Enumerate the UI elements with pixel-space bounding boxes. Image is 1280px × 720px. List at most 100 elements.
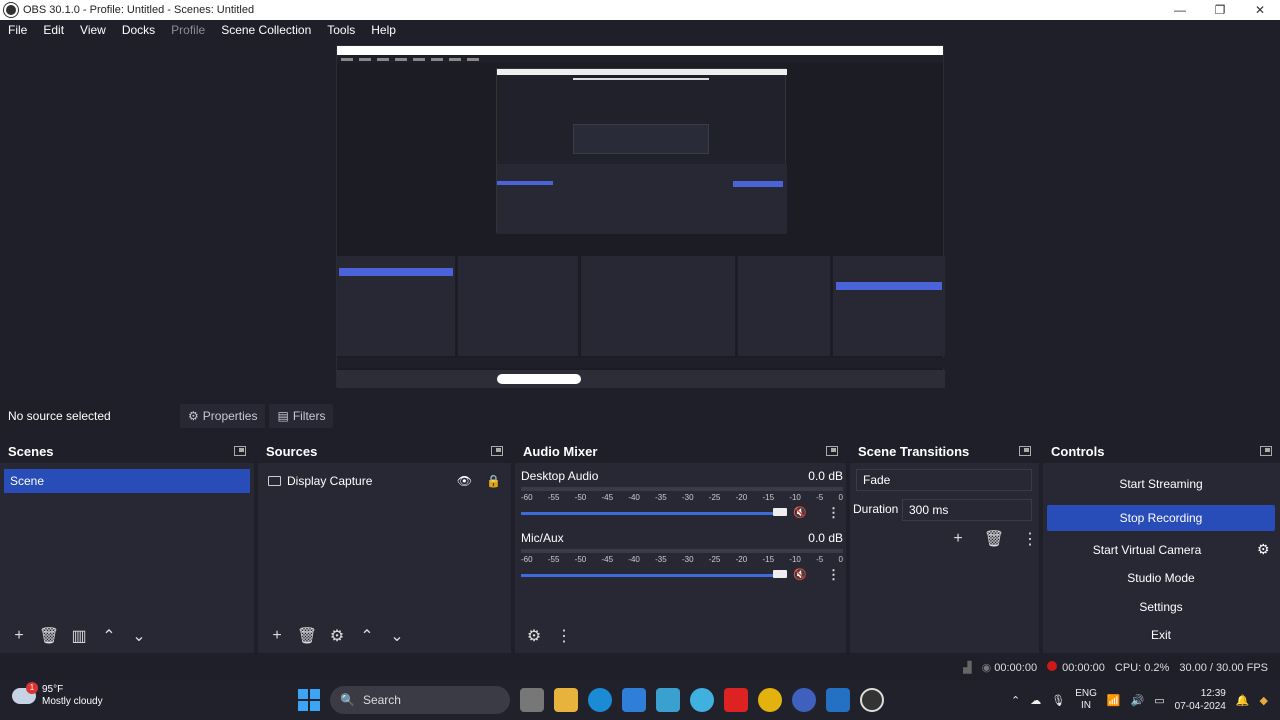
menu-edit[interactable]: Edit	[35, 23, 72, 37]
windows-start-icon[interactable]	[298, 689, 320, 711]
menu-view[interactable]: View	[72, 23, 114, 37]
visibility-eye-icon[interactable]: 👁	[457, 474, 472, 488]
filters-label: Filters	[292, 409, 326, 423]
start-virtual-camera-button[interactable]: Start Virtual Camera	[1047, 537, 1247, 563]
undock-icon[interactable]	[491, 446, 503, 456]
undock-icon[interactable]	[1019, 446, 1031, 456]
undock-icon[interactable]	[234, 446, 246, 456]
start-streaming-button[interactable]: Start Streaming	[1047, 471, 1275, 497]
transitions-title: Scene Transitions	[858, 443, 970, 459]
window-title: OBS 30.1.0 - Profile: Untitled - Scenes:…	[23, 4, 255, 16]
controls-title: Controls	[1051, 443, 1105, 459]
search-label: Search	[362, 693, 401, 707]
weather-widget[interactable]: 1 95°F Mostly cloudy	[12, 682, 103, 708]
transition-select[interactable]: Fade	[856, 469, 1032, 491]
scene-item[interactable]: Scene	[4, 469, 250, 493]
scene-filters-button[interactable]: ▥	[66, 624, 92, 648]
vscode-icon[interactable]	[826, 688, 850, 712]
rec-time: 00:00:00	[1047, 661, 1105, 674]
network-signal-icon: ▟	[963, 662, 972, 674]
battery-icon[interactable]: ▭	[1154, 694, 1164, 707]
maximize-button[interactable]: ❐	[1200, 0, 1240, 20]
settings-button[interactable]: Settings	[1047, 594, 1275, 620]
menu-docks[interactable]: Docks	[114, 23, 163, 37]
scenes-dock: Scenes Scene + 🗑 ▥ ⌃ ⌄	[0, 439, 254, 653]
file-explorer-icon[interactable]	[554, 688, 578, 712]
mixer-menu-icon[interactable]: ⋮	[551, 624, 577, 648]
exit-button[interactable]: Exit	[1047, 622, 1275, 648]
volume-slider[interactable]: 🔇 ⋮	[521, 505, 843, 521]
obs-taskbar-icon[interactable]	[860, 688, 884, 712]
transition-menu-icon[interactable]: ⋮	[1017, 527, 1043, 551]
cpu-usage: CPU: 0.2%	[1114, 661, 1170, 674]
app-icon-2[interactable]	[792, 688, 816, 712]
menu-file[interactable]: File	[0, 23, 35, 37]
source-properties-button[interactable]: ⚙	[324, 624, 350, 648]
stop-recording-button[interactable]: Stop Recording	[1047, 505, 1275, 531]
add-scene-button[interactable]: +	[6, 624, 32, 648]
source-item[interactable]: Display Capture 👁 🔒	[268, 471, 501, 491]
more-options-icon[interactable]: ⋮	[827, 505, 840, 521]
copilot-icon[interactable]: ◆	[1260, 694, 1268, 707]
language-indicator[interactable]: ENG IN	[1075, 688, 1097, 712]
menu-profile[interactable]: Profile	[163, 23, 213, 37]
chrome-icon[interactable]	[758, 688, 782, 712]
move-up-button[interactable]: ⌃	[354, 624, 380, 648]
undock-icon[interactable]	[826, 446, 838, 456]
edge-icon[interactable]	[588, 688, 612, 712]
filters-button[interactable]: ▤ Filters	[269, 404, 334, 428]
remove-source-button[interactable]: 🗑	[294, 624, 320, 648]
cloud-icon: 1	[12, 682, 38, 704]
channel-level: 0.0 dB	[808, 531, 843, 545]
remove-transition-button[interactable]: 🗑	[981, 527, 1007, 551]
move-down-button[interactable]: ⌄	[126, 624, 152, 648]
menu-help[interactable]: Help	[363, 23, 404, 37]
minimize-button[interactable]: —	[1160, 0, 1200, 20]
menu-tools[interactable]: Tools	[319, 23, 363, 37]
wifi-icon[interactable]: 📶	[1107, 694, 1121, 707]
duration-label: Duration	[853, 502, 899, 516]
add-transition-button[interactable]: +	[945, 527, 971, 551]
lock-icon[interactable]: 🔒	[486, 474, 501, 488]
microphone-icon[interactable]: 🎙	[1051, 694, 1065, 707]
slider-knob[interactable]	[773, 508, 787, 516]
stream-icon: ◉	[981, 662, 995, 674]
slider-knob[interactable]	[773, 570, 787, 578]
app-icon[interactable]	[656, 688, 680, 712]
title-bar: OBS 30.1.0 - Profile: Untitled - Scenes:…	[0, 0, 1280, 20]
search-icon: 🔍	[340, 693, 355, 707]
more-options-icon[interactable]: ⋮	[827, 567, 840, 583]
clock[interactable]: 12:39 07-04-2024	[1175, 687, 1226, 713]
advanced-audio-gear-icon[interactable]: ⚙	[521, 624, 547, 648]
menu-scene-collection[interactable]: Scene Collection	[213, 23, 319, 37]
network-app-icon[interactable]	[690, 688, 714, 712]
chevron-up-icon[interactable]: ⌃	[1011, 694, 1020, 707]
mute-speaker-icon[interactable]: 🔇	[793, 568, 807, 581]
notification-bell-icon[interactable]: 🔔	[1236, 694, 1250, 707]
no-source-label: No source selected	[8, 409, 111, 423]
volume-slider[interactable]: 🔇 ⋮	[521, 567, 843, 583]
virtual-camera-gear-icon[interactable]: ⚙	[1257, 541, 1270, 558]
mute-speaker-icon[interactable]: 🔇	[793, 506, 807, 519]
volume-icon[interactable]: 🔊	[1131, 694, 1145, 707]
brave-icon[interactable]	[724, 688, 748, 712]
taskbar-search[interactable]: 🔍 Search	[330, 686, 510, 714]
notification-badge: 1	[26, 682, 38, 694]
onedrive-icon[interactable]: ☁	[1030, 694, 1041, 707]
close-button[interactable]: ✕	[1240, 0, 1280, 20]
store-icon[interactable]	[622, 688, 646, 712]
move-down-button[interactable]: ⌄	[384, 624, 410, 648]
properties-button[interactable]: ⚙ Properties	[180, 404, 266, 428]
volume-meter	[521, 549, 843, 553]
move-up-button[interactable]: ⌃	[96, 624, 122, 648]
duration-input[interactable]: 300 ms	[902, 499, 1032, 521]
system-tray: ⌃ ☁ 🎙 ENG IN 📶 🔊 ▭ 12:39 07-04-2024 🔔 ◆	[1011, 680, 1268, 720]
weather-desc: Mostly cloudy	[42, 696, 103, 707]
studio-mode-button[interactable]: Studio Mode	[1047, 565, 1275, 591]
add-source-button[interactable]: +	[264, 624, 290, 648]
remove-scene-button[interactable]: 🗑	[36, 624, 62, 648]
task-view-icon[interactable]	[520, 688, 544, 712]
windows-taskbar: 1 95°F Mostly cloudy 🔍 Search ⌃ ☁ 🎙 ENG IN …	[0, 680, 1280, 720]
fps-counter: 30.00 / 30.00 FPS	[1179, 661, 1268, 674]
undock-icon[interactable]	[1260, 446, 1272, 456]
